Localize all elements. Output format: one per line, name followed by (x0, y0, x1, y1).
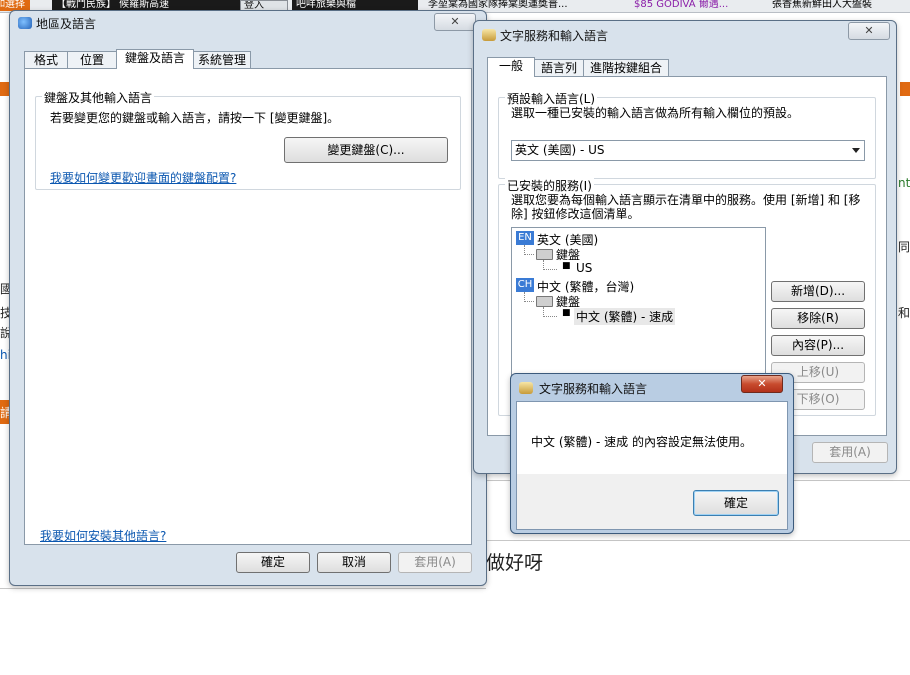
message-area: 中文 (繁體) - 速成 的內容設定無法使用。 (517, 402, 787, 474)
keyboard-icon (536, 249, 553, 260)
divider (486, 540, 910, 541)
language-badge-ch: CH (516, 278, 534, 292)
divider (0, 588, 486, 589)
tab-panel: 鍵盤及其他輸入語言 若要變更您的鍵盤或輸入語言，請按一下 [變更鍵盤]。 變更鍵… (24, 68, 472, 545)
keyboard-group: 鍵盤及其他輸入語言 若要變更您的鍵盤或輸入語言，請按一下 [變更鍵盤]。 變更鍵… (35, 89, 461, 190)
default-language-select[interactable]: 英文 (美國) - US (511, 140, 865, 161)
install-languages-link[interactable]: 我要如何安裝其他語言? (40, 527, 166, 544)
description-text: 除] 按鈕修改這個清單。 (511, 207, 640, 221)
chevron-down-icon (852, 148, 860, 153)
language-badge-en: EN (516, 231, 534, 245)
dialog-body: 中文 (繁體) - 速成 的內容設定無法使用。 確定 (516, 401, 788, 530)
background-strip (900, 82, 910, 96)
bullet-icon: ■ (562, 308, 571, 318)
group-title: 鍵盤及其他輸入語言 (42, 89, 155, 106)
welcome-screen-link[interactable]: 我要如何變更歡迎畫面的鍵盤配置? (50, 169, 236, 186)
bullet-icon: ■ (562, 261, 571, 271)
region-language-window: 地區及語言 ✕ 格式 位置 鍵盤及語言 系統管理 鍵盤及其他輸入語言 若要變更您… (9, 10, 487, 586)
close-button[interactable]: ✕ (848, 22, 890, 40)
close-button[interactable]: ✕ (434, 13, 476, 31)
default-language-group: 預設輸入語言(L) 選取一種已安裝的輸入語言做為所有輸入欄位的預設。 英文 (美… (498, 90, 876, 179)
apply-button[interactable]: 套用(A) (812, 442, 888, 463)
ok-button[interactable]: 確定 (236, 552, 310, 573)
tab-general[interactable]: 一般 (487, 57, 535, 77)
tree-line (543, 269, 557, 270)
keyboard-icon (519, 382, 533, 394)
tab-location[interactable]: 位置 (67, 51, 117, 69)
properties-button[interactable]: 內容(P)... (771, 335, 865, 356)
tree-line (524, 254, 534, 255)
tree-line (524, 301, 534, 302)
close-button[interactable]: ✕ (741, 375, 783, 393)
background-fragment: nt (898, 176, 910, 190)
background-fragment: 同 (898, 240, 910, 254)
window-title: 地區及語言 (36, 17, 97, 31)
message-dialog: 文字服務和輸入語言 ✕ 中文 (繁體) - 速成 的內容設定無法使用。 確定 (510, 373, 794, 534)
tab-formats[interactable]: 格式 (24, 51, 68, 69)
bookmark-item[interactable]: 張香蕉新鮮田人大盤裝 (772, 0, 910, 11)
tree-item-layout-selected[interactable]: 中文 (繁體) - 速成 (574, 308, 676, 325)
tab-advanced-key-settings[interactable]: 進階按鍵組合 (583, 59, 669, 77)
tree-item-layout[interactable]: US (576, 261, 592, 275)
tab-administrative[interactable]: 系統管理 (193, 51, 251, 69)
window-title: 文字服務和輸入語言 (500, 29, 609, 43)
remove-button[interactable]: 移除(R) (771, 308, 865, 329)
globe-icon (18, 17, 32, 29)
tab-keyboards-languages[interactable]: 鍵盤及語言 (116, 49, 194, 69)
dialog-title: 文字服務和輸入語言 (539, 382, 648, 396)
bookmark-item[interactable]: $85 GODIVA 爾遇... (634, 0, 754, 11)
tab-language-bar[interactable]: 語言列 (534, 59, 584, 77)
ok-button[interactable]: 確定 (693, 490, 779, 516)
background-fragment: 和 (898, 306, 910, 320)
selected-value: 英文 (美國) - US (515, 143, 605, 157)
change-keyboard-button[interactable]: 變更鍵盤(C)... (284, 137, 448, 163)
description-text: 選取一種已安裝的輸入語言做為所有輸入欄位的預設。 (511, 106, 800, 120)
tree-line (543, 316, 557, 317)
message-text: 中文 (繁體) - 速成 的內容設定無法使用。 (531, 435, 752, 449)
description-text: 若要變更您的鍵盤或輸入語言，請按一下 [變更鍵盤]。 (50, 111, 340, 125)
add-button[interactable]: 新增(D)... (771, 281, 865, 302)
background-text: 做好呀 (486, 552, 544, 574)
keyboard-icon (482, 29, 496, 41)
tree-item-language[interactable]: 中文 (繁體，台灣) (537, 278, 634, 295)
apply-button[interactable]: 套用(A) (398, 552, 472, 573)
keyboard-icon (536, 296, 553, 307)
cancel-button[interactable]: 取消 (317, 552, 391, 573)
